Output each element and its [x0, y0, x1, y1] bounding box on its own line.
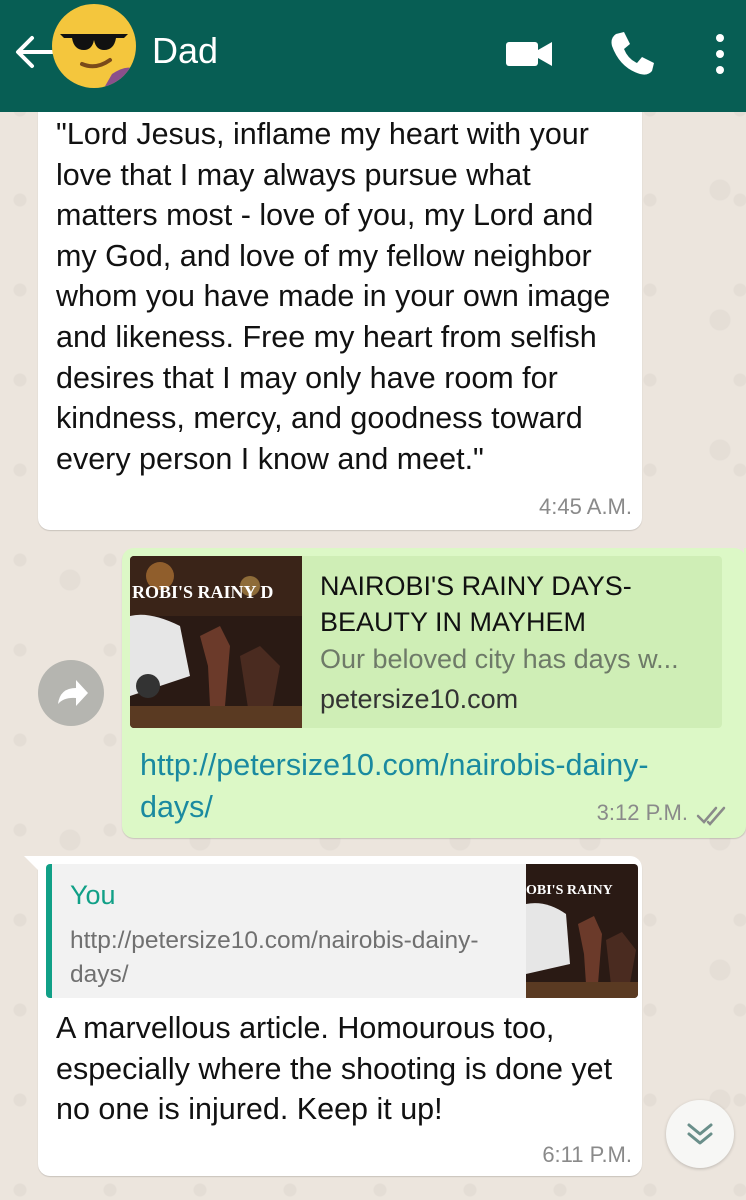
link-preview[interactable]: ROBI'S RAINY D NAIROBI'S RAINY DAYS- BEA… [130, 556, 722, 728]
message-time: 3:12 P.M. [596, 800, 688, 825]
message-text: "Lord Jesus, inflame my heart with your … [56, 117, 611, 476]
double-check-icon [696, 806, 726, 826]
thumbnail-caption: OBI'S RAINY [526, 883, 613, 898]
link-domain: petersize10.com [320, 684, 519, 714]
contact-name[interactable]: Dad [152, 30, 218, 72]
message-text: A marvellous article. Homourous too, esp… [56, 1011, 613, 1127]
video-camera-icon [506, 42, 552, 66]
quote-thumbnail: OBI'S RAINY [526, 864, 638, 998]
quote-accent-bar [46, 864, 52, 998]
chat-header: Dad [0, 0, 746, 112]
outgoing-message[interactable]: ROBI'S RAINY D NAIROBI'S RAINY DAYS- BEA… [122, 548, 746, 838]
arrow-left-icon [16, 36, 54, 68]
double-chevron-down-icon [687, 1123, 713, 1145]
forward-button[interactable] [38, 660, 104, 726]
scroll-to-bottom-button[interactable] [666, 1100, 734, 1168]
link-title: NAIROBI'S RAINY DAYS- BEAUTY IN MAYHEM [320, 571, 632, 637]
voice-call-button[interactable] [606, 28, 658, 80]
message-time: 4:45 A.M. [539, 494, 632, 519]
quote-text: http://petersize10.com/nairobis-dainy-da… [70, 927, 479, 988]
forward-arrow-icon [58, 680, 88, 706]
video-call-button[interactable] [504, 28, 556, 80]
link-description: Our beloved city has days w... [320, 644, 679, 674]
incoming-message[interactable]: You http://petersize10.com/nairobis-dain… [24, 856, 642, 1176]
sunglasses-emoji-icon [54, 6, 136, 88]
more-options-button[interactable] [700, 28, 740, 80]
phone-icon [611, 32, 654, 75]
back-button[interactable] [12, 30, 56, 74]
quote-author: You [70, 880, 116, 910]
contact-avatar[interactable] [52, 4, 136, 88]
quoted-message[interactable]: You http://petersize10.com/nairobis-dain… [46, 864, 638, 998]
incoming-message[interactable]: "Lord Jesus, inflame my heart with your … [38, 100, 642, 530]
message-time: 6:11 P.M. [542, 1142, 632, 1167]
thumbnail-caption: ROBI'S RAINY D [132, 582, 273, 602]
article-thumbnail: ROBI'S RAINY D [130, 556, 302, 728]
more-vertical-icon [716, 34, 724, 74]
